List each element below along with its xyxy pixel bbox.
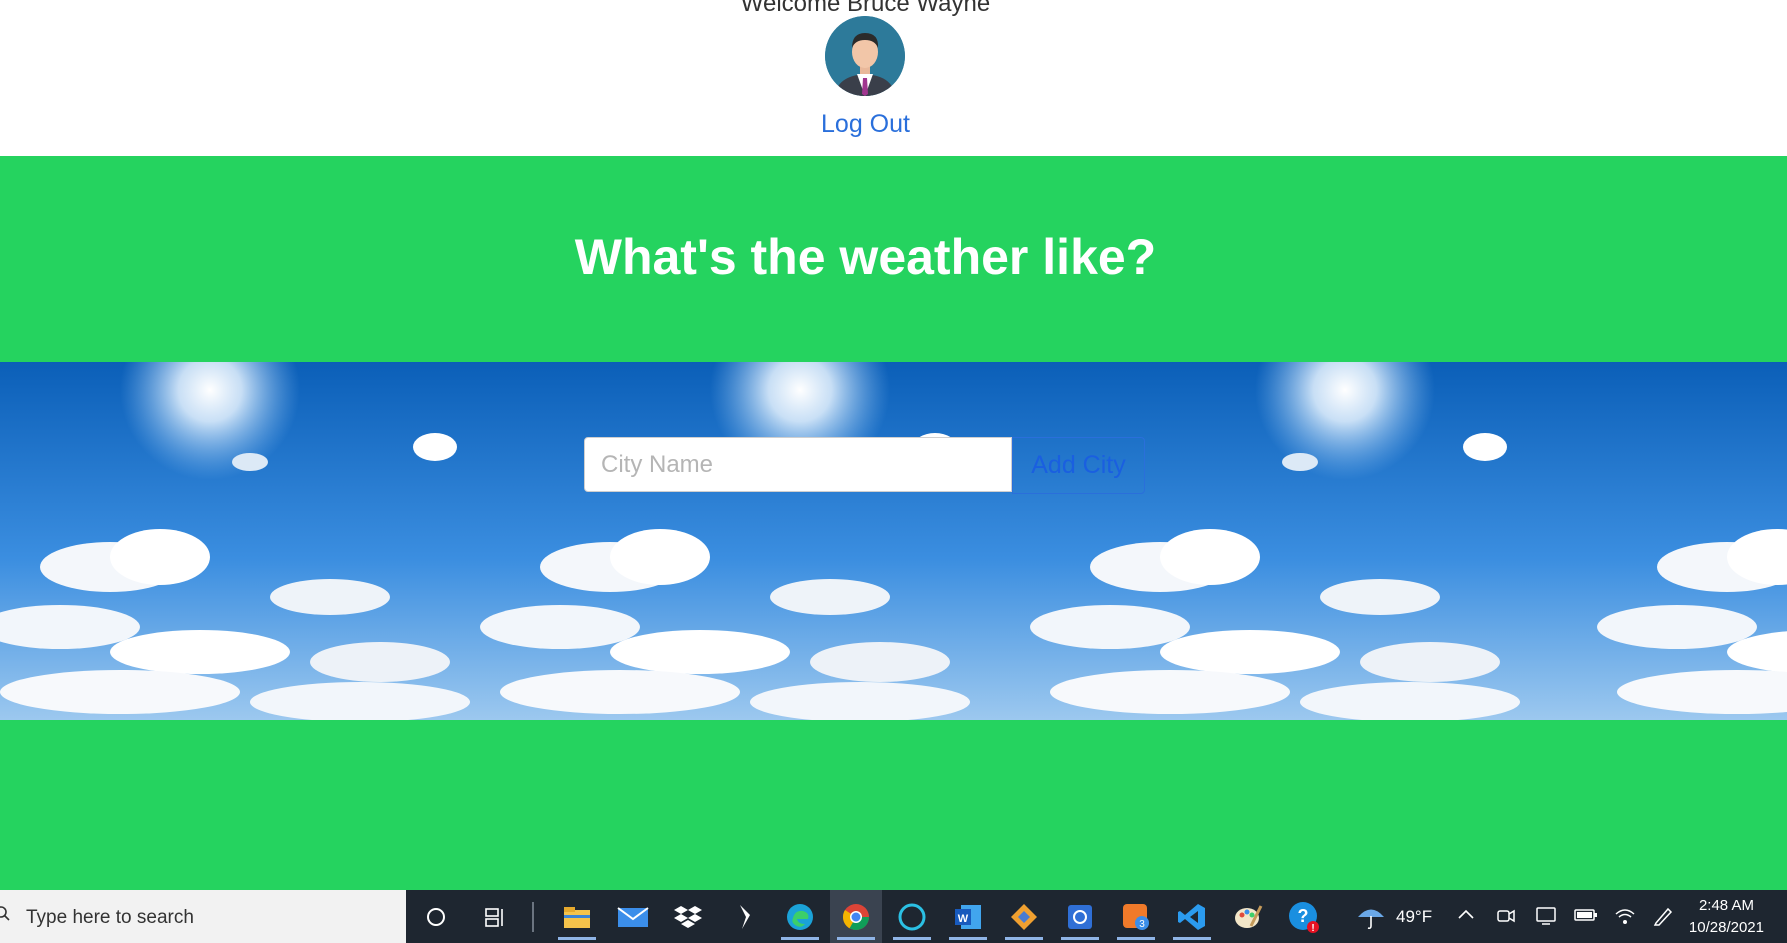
app-icon[interactable] xyxy=(718,890,770,943)
svg-text:3: 3 xyxy=(1139,919,1145,930)
taskbar-search-placeholder: Type here to search xyxy=(26,907,194,928)
svg-text:!: ! xyxy=(1311,923,1314,934)
battery-icon[interactable] xyxy=(1574,907,1598,928)
avatar xyxy=(825,16,905,96)
cortana-icon[interactable] xyxy=(410,890,462,943)
git-icon[interactable] xyxy=(998,890,1050,943)
active-indicator xyxy=(781,937,819,940)
footer-band xyxy=(0,720,1787,890)
chrome-icon[interactable] xyxy=(830,890,882,943)
task-view-icon[interactable] xyxy=(470,890,522,943)
taskbar: Type here to search W 3 ? ! 49°F 2:48 AM… xyxy=(0,890,1787,943)
svg-text:?: ? xyxy=(1298,906,1309,926)
word-icon[interactable]: W xyxy=(942,890,994,943)
dropbox-icon[interactable] xyxy=(662,890,714,943)
logout-link[interactable]: Log Out xyxy=(0,110,1731,139)
file-explorer-icon[interactable] xyxy=(551,890,603,943)
mail-icon[interactable] xyxy=(607,890,659,943)
add-city-button[interactable]: Add City xyxy=(1012,437,1145,494)
help-icon[interactable]: ?! xyxy=(1278,890,1330,943)
active-indicator xyxy=(558,937,596,940)
active-indicator xyxy=(949,937,987,940)
page-header: Welcome Bruce Wayne Log Out xyxy=(0,0,1787,156)
pen-icon[interactable] xyxy=(1652,905,1674,932)
taskbar-search-box[interactable]: Type here to search xyxy=(0,890,406,943)
paint-icon[interactable] xyxy=(1222,890,1274,943)
umbrella-weather-icon[interactable] xyxy=(1356,904,1386,935)
chevron-up-icon[interactable] xyxy=(1457,907,1475,926)
page-title: What's the weather like? xyxy=(574,229,1157,285)
active-indicator xyxy=(837,937,875,940)
clock-date: 10/28/2021 xyxy=(1688,919,1764,936)
meet-now-icon[interactable] xyxy=(1496,906,1516,931)
edge-icon[interactable] xyxy=(774,890,826,943)
display-icon[interactable] xyxy=(1535,905,1557,932)
notification-app-icon[interactable]: 3 xyxy=(1110,890,1162,943)
search-icon xyxy=(0,905,10,921)
vscode-icon[interactable] xyxy=(1166,890,1218,943)
taskbar-separator xyxy=(532,902,534,932)
active-indicator xyxy=(1005,937,1043,940)
chat-app-icon[interactable] xyxy=(1054,890,1106,943)
sky-background-image xyxy=(0,362,1787,720)
alexa-icon[interactable] xyxy=(886,890,938,943)
wifi-icon[interactable] xyxy=(1614,906,1636,931)
svg-text:W: W xyxy=(958,913,969,925)
active-indicator xyxy=(1061,937,1099,940)
active-indicator xyxy=(1173,937,1211,940)
taskbar-clock[interactable]: 2:48 AM 10/28/2021 xyxy=(1689,895,1764,939)
city-name-input[interactable] xyxy=(584,437,1012,492)
active-indicator xyxy=(1117,937,1155,940)
weather-temperature[interactable]: 49°F xyxy=(1396,907,1432,927)
active-indicator xyxy=(893,937,931,940)
clock-time: 2:48 AM xyxy=(1698,897,1754,914)
